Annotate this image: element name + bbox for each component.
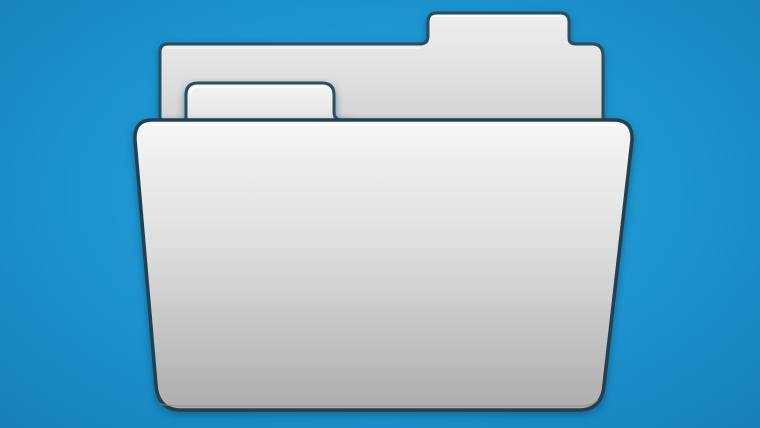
desktop-background bbox=[0, 0, 760, 428]
folder-front-panel bbox=[133, 118, 634, 412]
folder-icon[interactable] bbox=[0, 0, 760, 428]
